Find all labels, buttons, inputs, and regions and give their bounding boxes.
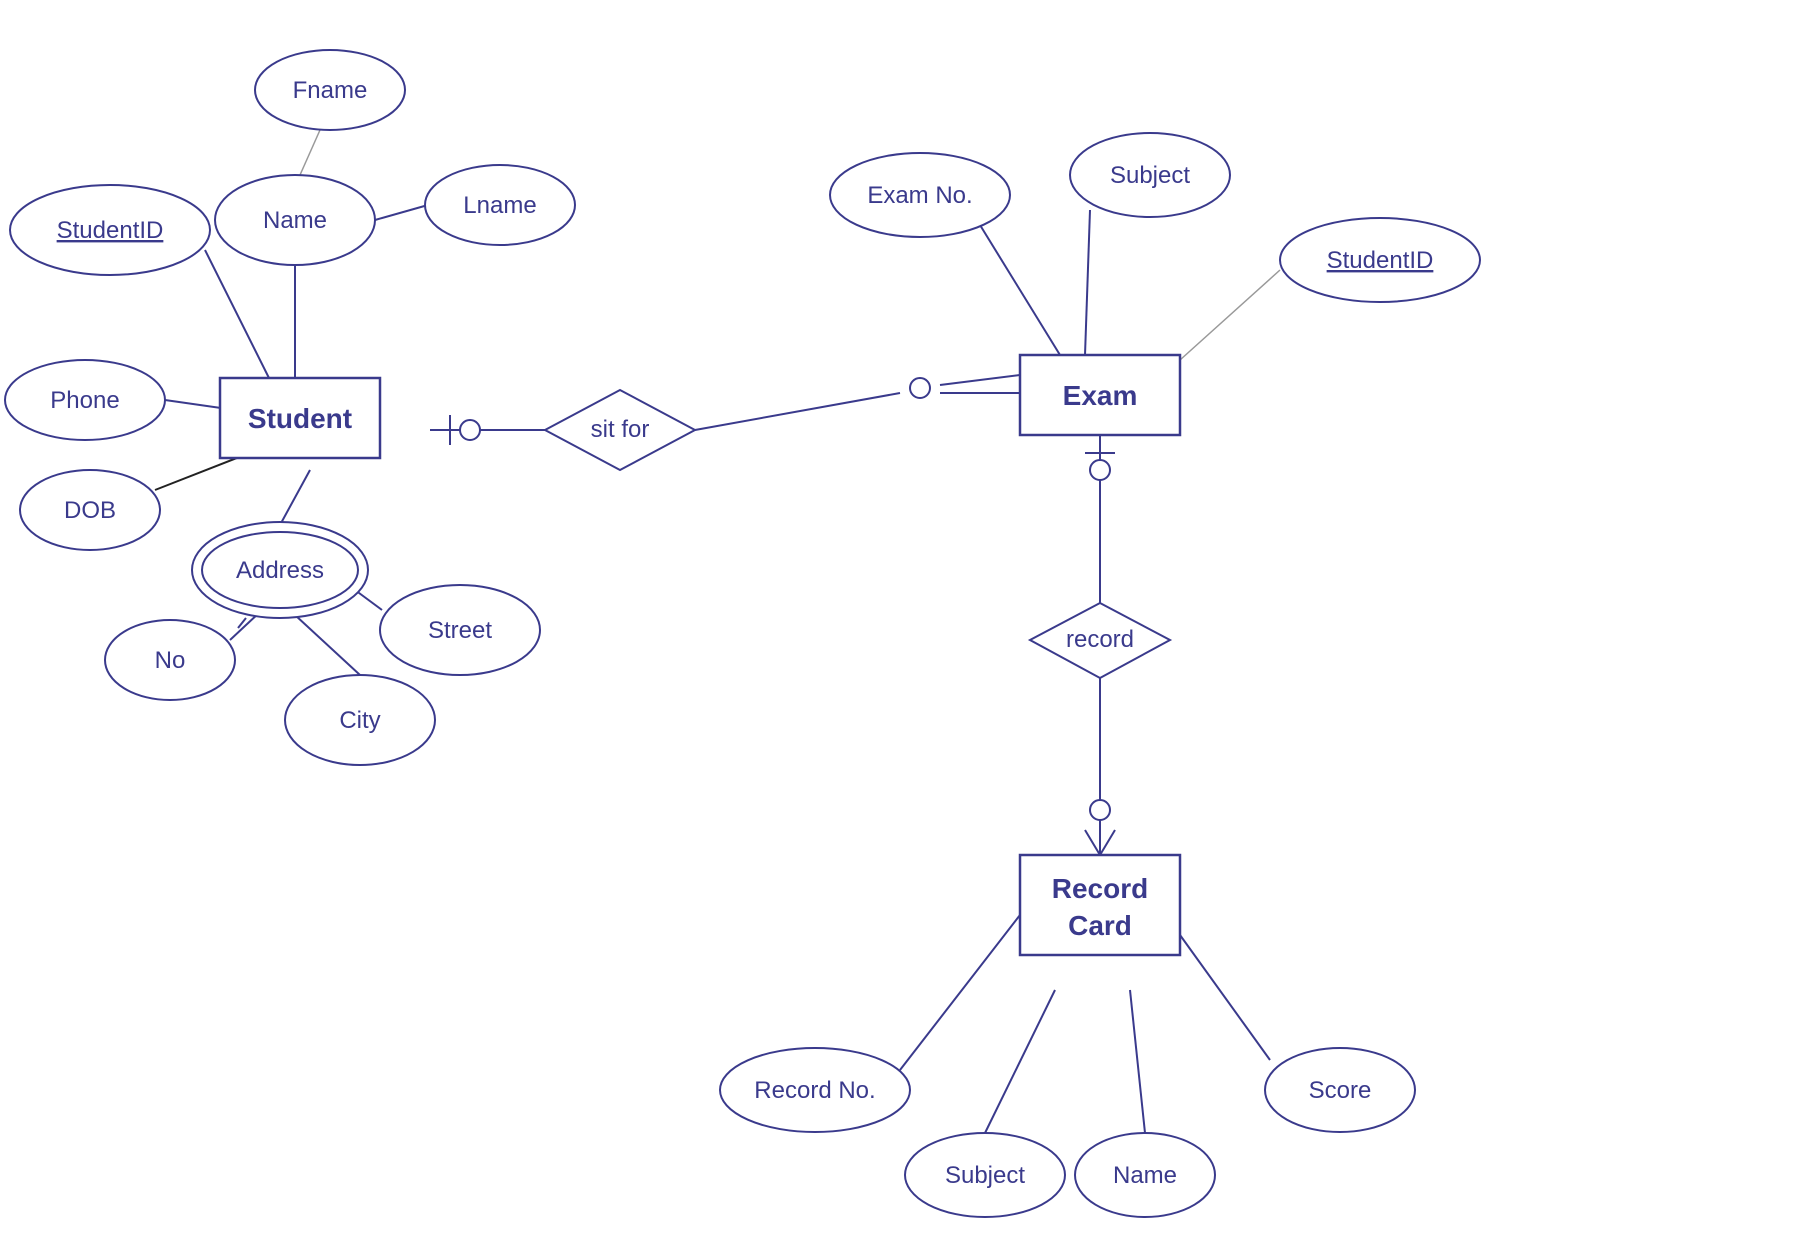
line-city-address — [295, 615, 360, 675]
marker-circle-exam-bottom — [1090, 460, 1110, 480]
attr-address-label: Address — [236, 557, 324, 584]
attr-subject2-label: Subject — [945, 1162, 1025, 1189]
line-rc-name — [1130, 990, 1145, 1133]
attr-phone-label: Phone — [50, 387, 119, 414]
attr-no-label: No — [155, 647, 186, 674]
rel-sitfor-label: sit for — [591, 416, 650, 443]
attr-subject1-label: Subject — [1110, 162, 1190, 189]
attr-recordno-label: Record No. — [754, 1077, 875, 1104]
line-rc-recordno — [900, 915, 1020, 1070]
attr-lname-label: Lname — [463, 192, 536, 219]
entity-student-label: Student — [248, 403, 352, 434]
line-studentid-student — [205, 250, 270, 380]
line-address-student — [280, 470, 310, 525]
attr-street-label: Street — [428, 617, 492, 644]
rel-record-label: record — [1066, 626, 1134, 653]
line-lname-name — [375, 205, 428, 220]
attr-examno-label: Exam No. — [867, 182, 972, 209]
line-studentid2-exam — [1180, 270, 1280, 360]
entity-exam-label: Exam — [1063, 380, 1138, 411]
attr-city-label: City — [339, 707, 380, 734]
line-street-address — [355, 590, 382, 610]
line-subject-exam — [1085, 210, 1090, 355]
line-examno-exam — [980, 225, 1060, 355]
marker-many-circle — [910, 378, 930, 398]
attr-dob-label: DOB — [64, 497, 116, 524]
line-fname-name — [300, 130, 320, 175]
entity-recordcard-label-line1: Record — [1052, 873, 1148, 904]
attr-name2-label: Name — [1113, 1162, 1177, 1189]
attr-name-label: Name — [263, 207, 327, 234]
attr-studentid-label: StudentID — [57, 217, 164, 244]
line-sitfor-exam — [695, 393, 900, 430]
crow-top — [940, 375, 1020, 385]
crow-rc-left — [1085, 830, 1100, 855]
entity-recordcard-label-line2: Card — [1068, 910, 1132, 941]
crow-rc-right — [1100, 830, 1115, 855]
attr-studentid2-label: StudentID — [1327, 247, 1434, 274]
line-rc-subject — [985, 990, 1055, 1133]
attr-score-label: Score — [1309, 1077, 1372, 1104]
marker-zero-circle — [460, 420, 480, 440]
line-rc-score — [1180, 935, 1270, 1060]
attr-fname-label: Fname — [293, 77, 368, 104]
marker-circle-rc-top — [1090, 800, 1110, 820]
